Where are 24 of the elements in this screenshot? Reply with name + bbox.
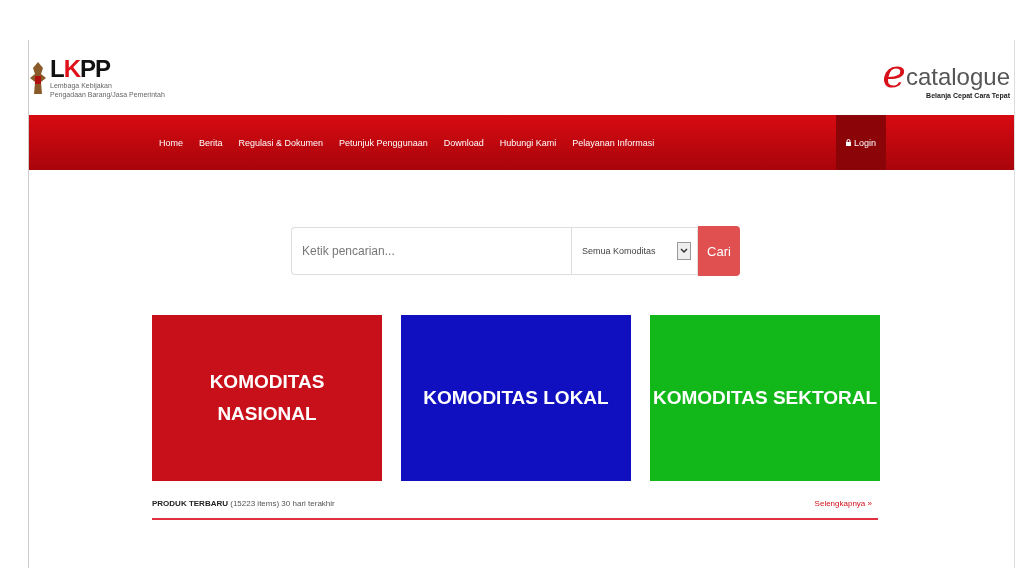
category-select[interactable]: Semua Komoditas	[571, 227, 698, 275]
nav-link[interactable]: Regulasi & Dokumen	[238, 137, 324, 148]
category-tile[interactable]: KOMODITAS LOKAL	[401, 315, 631, 481]
lock-icon	[846, 139, 851, 146]
nav-link[interactable]: Pelayanan Informasi	[572, 137, 655, 148]
caret-icon	[677, 242, 691, 260]
nav-link[interactable]: Home	[159, 137, 183, 148]
tile-title: KOMODITAS LOKAL	[423, 386, 609, 410]
tile-title: KOMODITAS SEKTORAL	[652, 386, 878, 410]
search-button[interactable]: Cari	[698, 226, 740, 276]
search-field[interactable]: Ketik pencarian...	[291, 227, 571, 275]
brand-name: catalogue	[905, 64, 1010, 90]
nav-link[interactable]: Berita	[199, 137, 223, 148]
nav-link[interactable]: Hubungi Kami	[499, 137, 557, 148]
nav-link[interactable]: Petunjuk Penggunaan	[339, 137, 428, 148]
tile-title: KOMODITAS	[209, 370, 325, 394]
logo-wordmark: LKPP	[50, 56, 112, 81]
category-tile[interactable]: KOMODITAS NASIONAL	[152, 315, 382, 481]
tile-title: NASIONAL	[217, 402, 317, 426]
brand-initial: e	[882, 56, 906, 90]
more-link[interactable]: Selengkapnya »	[814, 499, 872, 508]
login-link[interactable]: Login	[836, 115, 886, 170]
latest-products-summary: PRODUK TERBARU (15223 items) 30 hari terakhir	[152, 499, 335, 508]
nav-link[interactable]: Download	[443, 137, 484, 148]
